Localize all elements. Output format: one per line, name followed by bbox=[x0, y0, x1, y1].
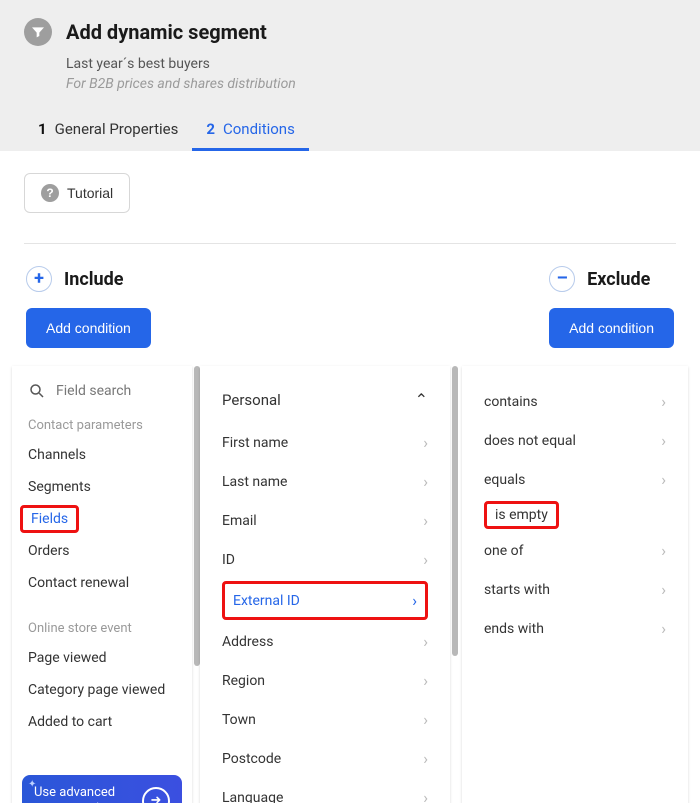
operator-starts-with[interactable]: starts with› bbox=[462, 570, 688, 609]
operator-one-of[interactable]: one of› bbox=[462, 531, 688, 570]
sidebar-item-contact-renewal[interactable]: Contact renewal bbox=[12, 567, 192, 599]
search-input[interactable]: Field search bbox=[56, 383, 131, 399]
sparkle-icon: ✦ bbox=[28, 779, 36, 790]
sidebar-item-added-to-cart[interactable]: Added to cart bbox=[12, 706, 192, 738]
chevron-right-icon: › bbox=[423, 511, 428, 530]
include-add-condition-button[interactable]: Add condition bbox=[26, 308, 151, 348]
minus-icon: – bbox=[549, 266, 575, 292]
chevron-right-icon: › bbox=[423, 433, 428, 452]
operator-is-empty[interactable]: is empty bbox=[495, 507, 548, 523]
field-category-panel: Field search Contact parameters Channels… bbox=[12, 366, 192, 803]
sidebar-item-fields[interactable]: Fields bbox=[31, 511, 68, 527]
operator-ends-with[interactable]: ends with› bbox=[462, 609, 688, 648]
field-email[interactable]: Email› bbox=[200, 501, 450, 540]
search-icon bbox=[28, 382, 46, 400]
chevron-right-icon: › bbox=[661, 580, 666, 599]
group-contact-parameters: Contact parameters bbox=[12, 410, 192, 439]
scrollbar[interactable] bbox=[452, 366, 458, 656]
chevron-right-icon: › bbox=[423, 632, 428, 651]
tab-number: 2 bbox=[206, 120, 215, 138]
include-heading: Include bbox=[64, 269, 123, 290]
field-last-name[interactable]: Last name› bbox=[200, 462, 450, 501]
operator-equals[interactable]: equals› bbox=[462, 460, 688, 499]
chevron-right-icon: › bbox=[423, 472, 428, 491]
chevron-right-icon: › bbox=[661, 392, 666, 411]
field-language[interactable]: Language› bbox=[200, 778, 450, 803]
chevron-right-icon: › bbox=[661, 431, 666, 450]
field-external-id[interactable]: External ID› bbox=[233, 587, 417, 614]
arrow-right-icon: ➜ bbox=[142, 787, 170, 803]
annotation-highlight: External ID› bbox=[222, 581, 428, 620]
tab-label: Conditions bbox=[223, 120, 295, 138]
chevron-right-icon: › bbox=[412, 591, 417, 610]
divider bbox=[24, 243, 676, 244]
tutorial-label: Tutorial bbox=[67, 185, 113, 201]
operator-contains[interactable]: contains› bbox=[462, 382, 688, 421]
chevron-right-icon: › bbox=[423, 788, 428, 803]
advanced-segmentation-button[interactable]: ✦ Use advanced segmentation ➜ ✦ bbox=[22, 775, 182, 803]
chevron-right-icon: › bbox=[423, 749, 428, 768]
group-online-store-event: Online store event bbox=[12, 613, 192, 642]
adv-seg-line1: Use advanced bbox=[34, 785, 115, 800]
segment-name: Last year´s best buyers bbox=[66, 56, 676, 72]
sidebar-item-orders[interactable]: Orders bbox=[12, 535, 192, 567]
help-icon: ? bbox=[41, 184, 59, 202]
chevron-right-icon: › bbox=[661, 541, 666, 560]
sidebar-item-channels[interactable]: Channels bbox=[12, 439, 192, 471]
tab-label: General Properties bbox=[55, 120, 179, 138]
chevron-right-icon: › bbox=[661, 470, 666, 489]
operator-panel: contains› does not equal› equals› is emp… bbox=[462, 366, 688, 803]
filter-icon bbox=[24, 18, 52, 46]
chevron-right-icon: › bbox=[661, 619, 666, 638]
annotation-highlight: Fields bbox=[20, 505, 79, 533]
plus-icon: + bbox=[26, 266, 52, 292]
field-postcode[interactable]: Postcode› bbox=[200, 739, 450, 778]
sidebar-item-category-page-viewed[interactable]: Category page viewed bbox=[12, 674, 192, 706]
page-title: Add dynamic segment bbox=[66, 20, 267, 44]
segment-description: For B2B prices and shares distribution bbox=[66, 76, 676, 92]
field-section-personal[interactable]: Personal ⌃ bbox=[200, 382, 450, 423]
field-id[interactable]: ID› bbox=[200, 540, 450, 579]
annotation-highlight: is empty bbox=[484, 501, 559, 529]
chevron-right-icon: › bbox=[423, 550, 428, 569]
field-first-name[interactable]: First name› bbox=[200, 423, 450, 462]
tutorial-button[interactable]: ? Tutorial bbox=[24, 173, 130, 213]
operator-does-not-equal[interactable]: does not equal› bbox=[462, 421, 688, 460]
exclude-add-condition-button[interactable]: Add condition bbox=[549, 308, 674, 348]
chevron-up-icon: ⌃ bbox=[415, 390, 428, 409]
field-region[interactable]: Region› bbox=[200, 661, 450, 700]
field-address[interactable]: Address› bbox=[200, 622, 450, 661]
sidebar-item-page-viewed[interactable]: Page viewed bbox=[12, 642, 192, 674]
sidebar-item-segments[interactable]: Segments bbox=[12, 471, 192, 503]
tab-general-properties[interactable]: 1 General Properties bbox=[24, 110, 192, 151]
tab-conditions[interactable]: 2 Conditions bbox=[192, 110, 308, 151]
chevron-right-icon: › bbox=[423, 710, 428, 729]
wizard-tabs: 1 General Properties 2 Conditions bbox=[24, 110, 676, 151]
field-list-panel: Personal ⌃ First name› Last name› Email›… bbox=[200, 366, 450, 803]
tab-number: 1 bbox=[38, 120, 47, 138]
field-town[interactable]: Town› bbox=[200, 700, 450, 739]
chevron-right-icon: › bbox=[423, 671, 428, 690]
exclude-heading: Exclude bbox=[587, 269, 650, 290]
